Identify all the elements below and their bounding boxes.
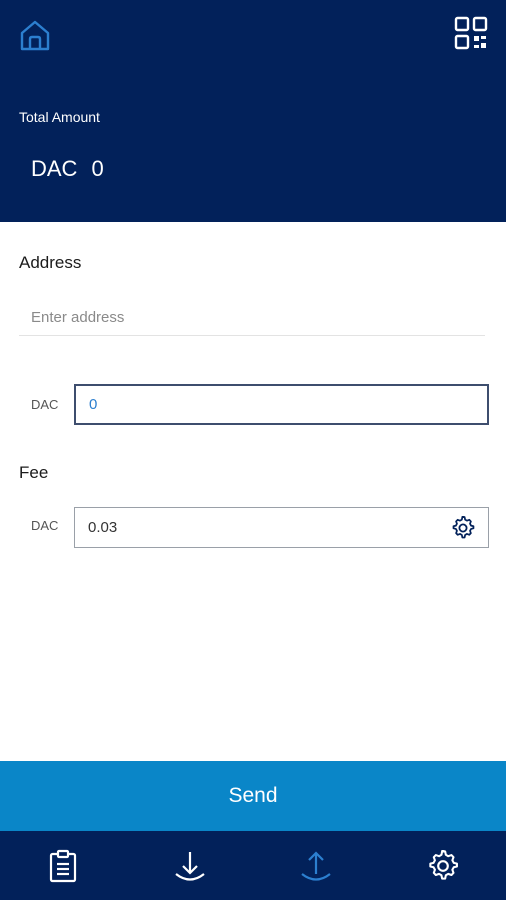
total-amount-label: Total Amount bbox=[19, 109, 100, 125]
balance-unit: DAC bbox=[31, 156, 78, 181]
send-button[interactable]: Send bbox=[0, 761, 506, 831]
nav-history[interactable] bbox=[0, 831, 127, 900]
fee-input[interactable]: 0.03 bbox=[74, 507, 489, 548]
qr-scan-button[interactable] bbox=[452, 14, 490, 52]
amount-unit-label: DAC bbox=[31, 397, 59, 412]
clipboard-icon bbox=[50, 849, 77, 882]
gear-icon bbox=[429, 849, 458, 880]
address-label: Address bbox=[19, 253, 82, 272]
nav-settings[interactable] bbox=[380, 831, 506, 900]
amount-input[interactable]: 0 bbox=[74, 384, 489, 425]
gear-icon bbox=[452, 516, 475, 539]
fee-value: 0.03 bbox=[88, 519, 118, 536]
nav-receive[interactable] bbox=[127, 831, 254, 900]
send-icon bbox=[301, 850, 331, 881]
wallet-header: Total Amount DAC 0 bbox=[0, 0, 506, 222]
qr-scan-icon bbox=[454, 16, 488, 50]
fee-label: Fee bbox=[19, 463, 49, 482]
fee-settings-button[interactable] bbox=[450, 515, 476, 541]
receive-icon bbox=[175, 851, 205, 881]
bottom-nav bbox=[0, 831, 506, 900]
balance-display: DAC 0 bbox=[31, 156, 104, 182]
amount-value: 0 bbox=[89, 396, 98, 413]
nav-send[interactable] bbox=[253, 831, 380, 900]
home-button[interactable] bbox=[16, 16, 54, 54]
address-input[interactable] bbox=[19, 300, 485, 336]
fee-unit-label: DAC bbox=[31, 518, 59, 533]
balance-value: 0 bbox=[91, 156, 104, 181]
home-icon bbox=[20, 20, 50, 51]
